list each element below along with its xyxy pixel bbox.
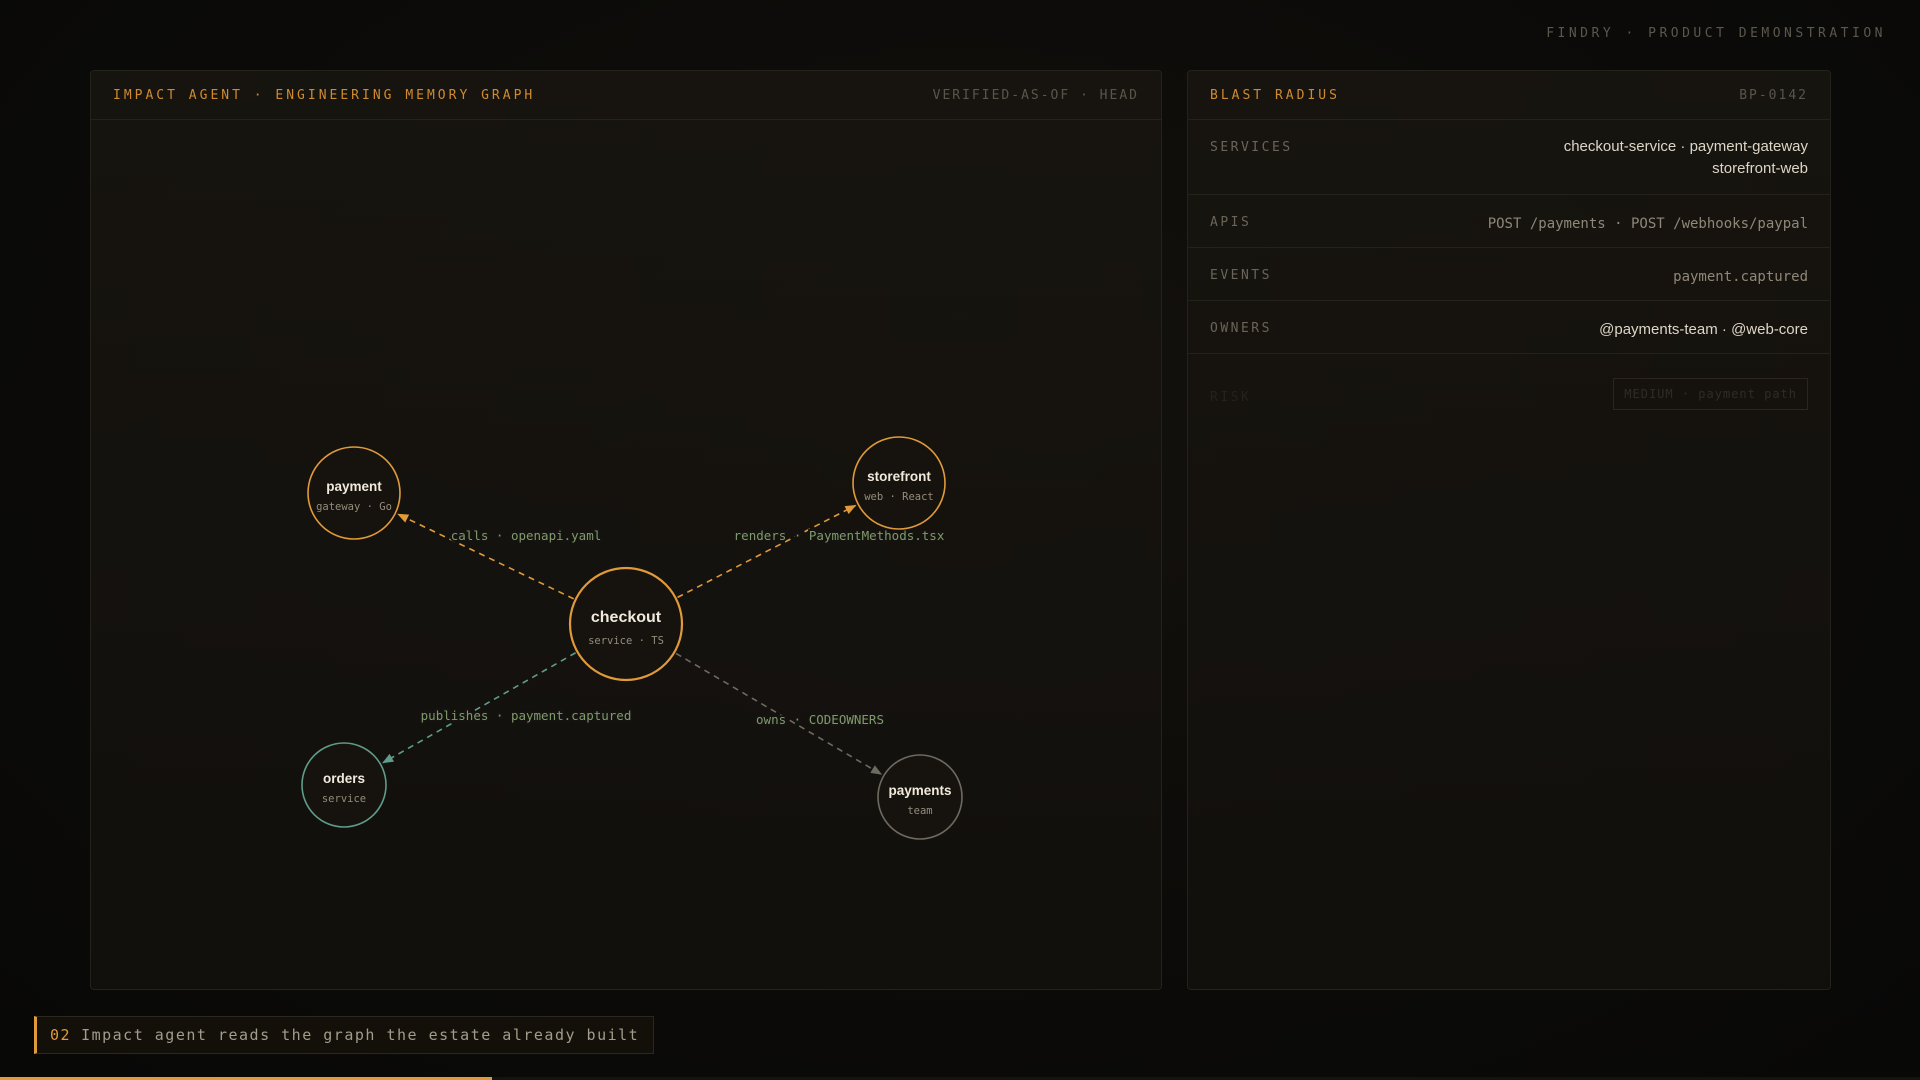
blast-id-label: BP-0142 <box>1739 88 1808 103</box>
node-sub-storefront: web · React <box>864 491 934 503</box>
node-sub-payments: team <box>907 805 932 817</box>
events-row: EVENTS payment.captured <box>1188 248 1830 301</box>
edge-label-orders: publishes · payment.captured <box>421 708 632 723</box>
blast-radius-panel: BLAST RADIUS BP-0142 SERVICES checkout-s… <box>1187 70 1831 990</box>
services-value: checkout-service · payment-gateway store… <box>1564 136 1808 180</box>
node-orders[interactable]: orders service <box>301 742 387 828</box>
edge-checkout-payment <box>397 513 575 600</box>
apis-label: APIS <box>1210 215 1252 230</box>
memory-graph: calls · openapi.yaml renders · PaymentMet… <box>301 436 963 840</box>
risk-badge: MEDIUM · payment path <box>1613 378 1808 410</box>
node-sub-orders: service <box>322 793 366 805</box>
blast-panel-header: BLAST RADIUS BP-0142 <box>1188 71 1830 120</box>
graph-panel-header: IMPACT AGENT · ENGINEERING MEMORY GRAPH … <box>91 71 1161 120</box>
owners-value: @payments-team · @web-core <box>1599 321 1808 338</box>
services-row: SERVICES checkout-service · payment-gate… <box>1188 120 1830 195</box>
node-checkout[interactable]: checkout service · TS <box>568 566 684 682</box>
graph-panel-title: IMPACT AGENT · ENGINEERING MEMORY GRAPH <box>113 88 536 103</box>
step-caption: 02 Impact agent reads the graph the esta… <box>34 1016 655 1054</box>
blast-panel-title: BLAST RADIUS <box>1210 88 1340 103</box>
node-sub-checkout: service · TS <box>588 635 664 647</box>
node-sub-payment: gateway · Go <box>316 501 392 513</box>
brand-label: FINDRY · PRODUCT DEMONSTRATION <box>1546 26 1886 41</box>
risk-label: RISK <box>1210 390 1252 405</box>
edge-checkout-storefront <box>677 504 857 599</box>
owners-label: OWNERS <box>1210 321 1272 336</box>
events-value: payment.captured <box>1673 269 1808 285</box>
risk-row: RISK MEDIUM · payment path <box>1188 354 1830 438</box>
edge-label-payments: owns · CODEOWNERS <box>756 712 884 727</box>
graph-panel: IMPACT AGENT · ENGINEERING MEMORY GRAPH … <box>90 70 1162 990</box>
node-name-storefront: storefront <box>867 469 931 484</box>
edge-label-payment: calls · openapi.yaml <box>451 528 602 543</box>
step-number: 02 <box>50 1026 72 1044</box>
edge-label-storefront: renders · PaymentMethods.tsx <box>734 528 945 543</box>
events-label: EVENTS <box>1210 268 1272 283</box>
verified-as-of-label: VERIFIED-AS-OF · HEAD <box>932 88 1139 103</box>
node-name-checkout: checkout <box>591 609 662 626</box>
node-name-payment: payment <box>326 479 382 494</box>
node-payment[interactable]: payment gateway · Go <box>307 446 401 540</box>
services-line-2: storefront-web <box>1712 160 1808 177</box>
node-storefront[interactable]: storefront web · React <box>852 436 946 530</box>
services-line-1: checkout-service · payment-gateway <box>1563 138 1808 155</box>
owners-row: OWNERS @payments-team · @web-core <box>1188 301 1830 354</box>
step-text: Impact agent reads the graph the estate … <box>81 1026 640 1044</box>
apis-value: POST /payments · POST /webhooks/paypal <box>1487 216 1808 232</box>
node-name-orders: orders <box>323 771 365 786</box>
services-label: SERVICES <box>1210 140 1293 155</box>
apis-row: APIS POST /payments · POST /webhooks/pay… <box>1188 195 1830 248</box>
node-name-payments: payments <box>888 783 951 798</box>
node-payments[interactable]: payments team <box>877 754 963 840</box>
